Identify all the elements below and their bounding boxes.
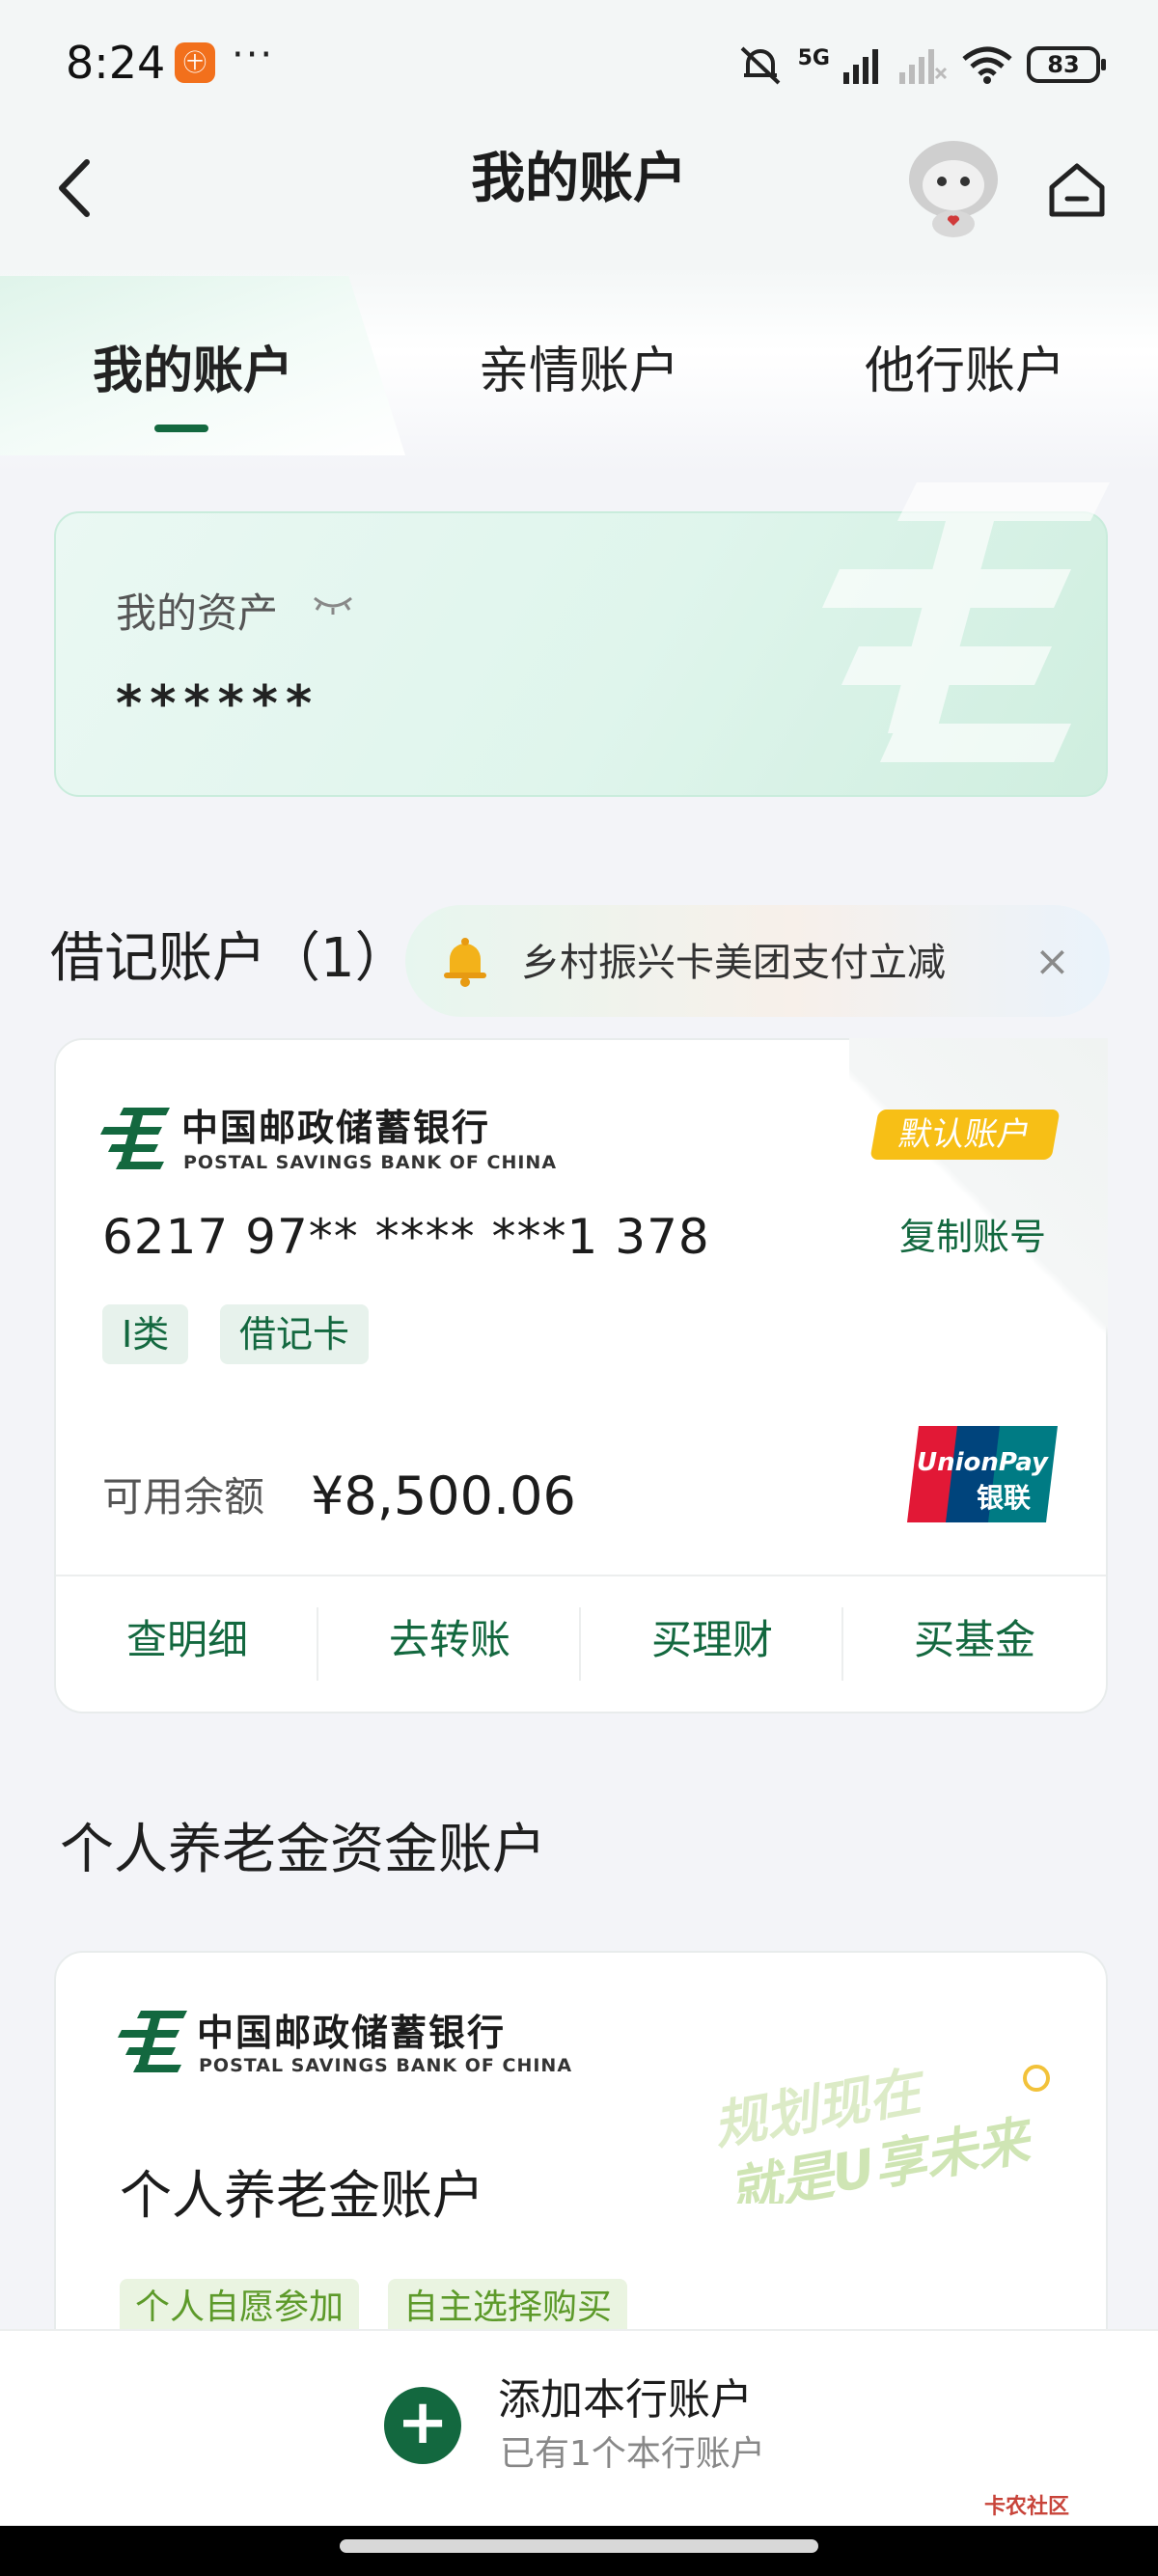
pension-account-name: 个人养老金账户 xyxy=(120,2165,484,2226)
eye-closed-icon[interactable] xyxy=(311,590,355,619)
pension-tag-voluntary: 个人自愿参加 xyxy=(120,2279,360,2337)
promo-text: 乡村振兴卡美团支付立减 xyxy=(521,941,946,985)
card-type-tag: 借记卡 xyxy=(220,1304,370,1364)
network-type: 5G xyxy=(797,45,830,70)
assets-label: 我的资产 xyxy=(116,589,279,637)
close-icon[interactable]: × xyxy=(1034,938,1070,986)
home-gesture-bar[interactable] xyxy=(340,2539,818,2553)
wifi-icon xyxy=(962,46,1012,84)
buy-fund-button[interactable]: 买基金 xyxy=(843,1611,1106,1669)
more-notifications-icon: ··· xyxy=(232,33,275,77)
pension-slogan: 规划现在 就是U享未来 xyxy=(709,2060,1050,2204)
mute-bell-icon xyxy=(740,46,781,85)
tab-family-accounts[interactable]: 亲情账户 xyxy=(425,338,733,405)
existing-accounts-count: 已有1个本行账户 xyxy=(500,2434,765,2474)
home-icon[interactable] xyxy=(1046,158,1108,220)
postal-bank-logo-icon xyxy=(118,2011,187,2072)
bank-name-cn: 中国邮政储蓄银行 xyxy=(181,1107,491,1149)
tab-other-bank-accounts[interactable]: 他行账户 xyxy=(811,338,1119,405)
default-account-badge: 默认账户 xyxy=(869,1110,1061,1160)
debit-section-title: 借记账户（1） xyxy=(50,927,409,990)
transfer-button[interactable]: 去转账 xyxy=(318,1611,581,1669)
signal-icon xyxy=(843,49,878,84)
postal-logo-watermark xyxy=(822,482,1110,762)
pension-section-title: 个人养老金资金账户 xyxy=(60,1819,546,1881)
assets-value: ****** xyxy=(116,675,320,733)
card-class-tag: I类 xyxy=(102,1304,189,1364)
unionpay-cn: 银联 xyxy=(977,1482,1031,1514)
add-account-button[interactable]: 添加本行账户 xyxy=(498,2373,753,2427)
bank-name-cn: 中国邮政储蓄银行 xyxy=(197,2012,507,2054)
tab-my-accounts[interactable]: 我的账户 xyxy=(39,338,347,405)
status-icons: 5G 83 xyxy=(736,41,1106,89)
card-number: 6217 97** **** ***1 378 xyxy=(102,1209,710,1265)
card-corner-decoration xyxy=(849,1038,1108,1357)
app-notification-icon: ㊉ xyxy=(175,42,215,83)
add-icon[interactable]: + xyxy=(384,2387,461,2464)
tab-indicator xyxy=(154,425,208,432)
community-watermark: 卡农社区 xyxy=(984,2495,1070,2519)
card-divider xyxy=(56,1575,1106,1576)
bank-name-en: POSTAL SAVINGS BANK OF CHINA xyxy=(183,1152,558,1173)
unionpay-en: UnionPay xyxy=(917,1448,1049,1477)
buy-wealth-button[interactable]: 买理财 xyxy=(581,1611,843,1669)
view-details-button[interactable]: 查明细 xyxy=(56,1611,318,1669)
balance-label: 可用余额 xyxy=(102,1473,265,1521)
balance-value: ¥8,500.06 xyxy=(311,1466,576,1526)
battery-icon: 83 xyxy=(1027,46,1106,83)
mascot-avatar-icon[interactable] xyxy=(901,131,1006,237)
copy-account-button[interactable]: 复制账号 xyxy=(899,1212,1046,1262)
signal-2-icon xyxy=(899,49,948,84)
unionpay-logo-icon: UnionPay 银联 xyxy=(907,1426,1058,1522)
postal-bank-logo-icon xyxy=(100,1108,170,1169)
bell-icon xyxy=(444,938,486,987)
pension-tag-self-select: 自主选择购买 xyxy=(388,2279,628,2337)
sun-icon xyxy=(1023,2065,1050,2092)
bank-name-en: POSTAL SAVINGS BANK OF CHINA xyxy=(199,2055,573,2076)
status-time: 8:24 xyxy=(66,37,166,89)
